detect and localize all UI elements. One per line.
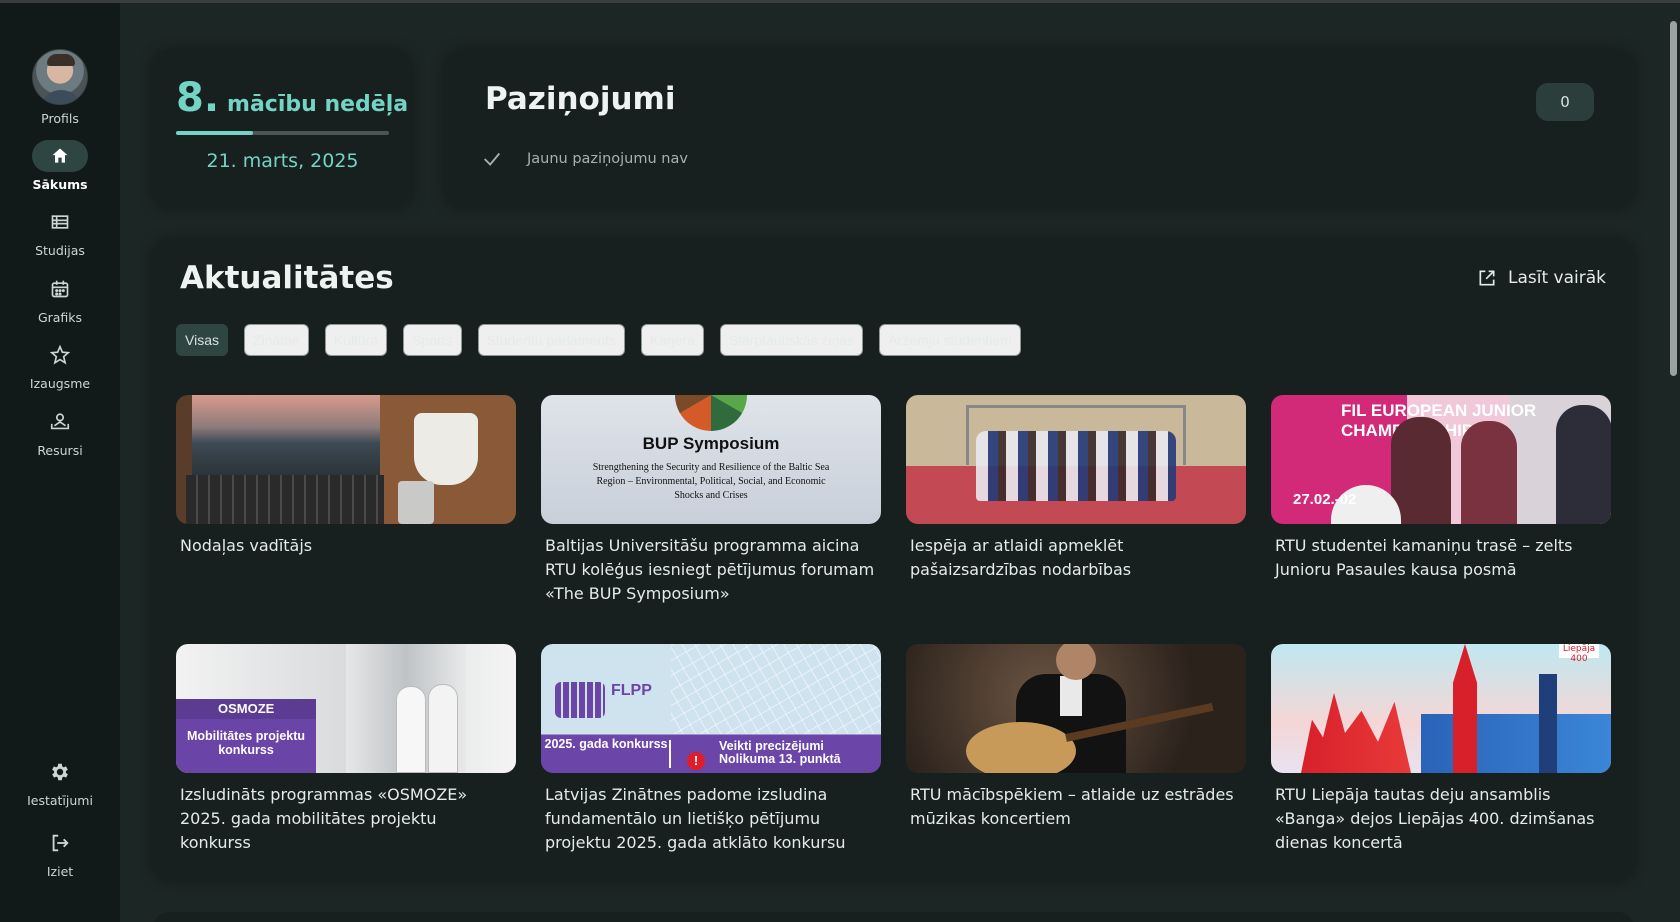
thumbnail-logo-text: FLPP — [611, 682, 652, 699]
read-more-label: Lasīt vairāk — [1508, 268, 1606, 288]
news-thumbnail[interactable] — [176, 395, 516, 524]
news-item[interactable]: Iespēja ar atlaidi apmeklēt pašaizsardzī… — [906, 395, 1246, 582]
sidebar-item-growth[interactable]: Izaugsme — [0, 339, 120, 391]
sidebar-item-label: Grafiks — [37, 310, 83, 325]
list-icon — [32, 206, 88, 238]
study-week-heading: 8. mācību nedēļa — [176, 75, 408, 121]
filter-chip-student-parliament[interactable]: Studentu parlaments — [477, 324, 625, 356]
resources-icon — [32, 406, 88, 438]
thumbnail-subheading: Strengthening the Security and Resilienc… — [592, 462, 830, 501]
filter-chip-foreign-students[interactable]: Ārzemju studentiem — [879, 324, 1021, 356]
next-section-card — [153, 912, 1634, 922]
news-filter-chips: Visas Zinātne Kultūra Sports Studentu pa… — [176, 324, 1021, 356]
sidebar-item-settings[interactable]: Iestatījumi — [0, 756, 120, 808]
sidebar-item-label: Studijas — [35, 243, 85, 258]
filter-chip-sports[interactable]: Sports — [403, 324, 462, 356]
study-week-number: 8. — [176, 75, 220, 121]
home-icon — [32, 140, 88, 172]
news-item-title[interactable]: RTU mācībspēkiem – atlaide uz estrādes m… — [906, 783, 1246, 831]
sidebar-item-label: Izaugsme — [29, 376, 91, 391]
thumbnail-right-caption: Veikti precizējumi Nolikuma 13. punktā — [719, 739, 841, 766]
news-item[interactable]: Nodaļas vadītājs — [176, 395, 516, 558]
news-thumbnail[interactable] — [906, 644, 1246, 773]
read-more-link[interactable]: Lasīt vairāk — [1476, 267, 1606, 289]
filter-chip-science[interactable]: Zinātne — [243, 324, 309, 356]
sidebar-item-logout[interactable]: Iziet — [0, 827, 120, 879]
news-item[interactable]: FLPP 2025. gada konkurss ! Veikti preciz… — [541, 644, 881, 855]
logout-icon — [32, 827, 88, 859]
scrollbar[interactable] — [1668, 3, 1680, 922]
filter-chip-culture[interactable]: Kultūra — [324, 324, 388, 356]
current-date: 21. marts, 2025 — [206, 150, 359, 172]
filter-chip-career[interactable]: Karjera — [640, 324, 704, 356]
star-icon — [32, 339, 88, 371]
sidebar-item-label: Profils — [41, 111, 79, 126]
thumbnail-date: 27.02.-02 — [1293, 491, 1357, 508]
news-item-title[interactable]: Baltijas Universitāšu programma aicina R… — [541, 534, 881, 606]
thumbnail-left-caption: 2025. gada konkurss — [544, 737, 668, 751]
sidebar-item-home[interactable]: Sākums — [0, 140, 120, 192]
thumbnail-heading: BUP Symposium — [642, 434, 780, 453]
thumbnail-badge: Liepāja 400 — [1559, 644, 1599, 664]
filter-chip-all[interactable]: Visas — [176, 324, 228, 356]
study-week-card: 8. mācību nedēļa 21. marts, 2025 — [153, 51, 412, 207]
sidebar-item-profile[interactable]: Profils — [0, 49, 120, 126]
news-item[interactable]: Mobilitātes projektu konkurss OSMOZE Izs… — [176, 644, 516, 855]
notifications-empty-text: Jaunu paziņojumu nav — [527, 151, 688, 167]
notifications-card: Paziņojumi 0 Jaunu paziņojumu nav — [445, 51, 1634, 207]
sidebar-item-label: Iestatījumi — [27, 793, 93, 808]
check-icon — [479, 146, 505, 172]
news-item[interactable]: BUP Symposium Strengthening the Security… — [541, 395, 881, 606]
window-top-edge — [0, 0, 1680, 3]
news-item[interactable]: RTU mācībspēkiem – atlaide uz estrādes m… — [906, 644, 1246, 831]
news-item[interactable]: Liepāja 400 RTU Liepāja tautas deju ansa… — [1271, 644, 1611, 855]
sidebar-item-schedule[interactable]: Grafiks — [0, 273, 120, 325]
news-title: Aktualitātes — [180, 260, 394, 296]
news-item-title[interactable]: RTU studentei kamaniņu trasē – zelts Jun… — [1271, 534, 1611, 582]
calendar-icon — [32, 273, 88, 305]
news-thumbnail[interactable]: Liepāja 400 — [1271, 644, 1611, 773]
scrollbar-thumb[interactable] — [1670, 21, 1677, 376]
sidebar: Profils Sākums Studijas Grafiks Izaugsme… — [0, 3, 120, 922]
avatar[interactable] — [32, 49, 88, 105]
sidebar-item-resources[interactable]: Resursi — [0, 406, 120, 458]
news-item-title[interactable]: Iespēja ar atlaidi apmeklēt pašaizsardzī… — [906, 534, 1246, 582]
study-week-progress-bar — [176, 131, 389, 135]
sidebar-item-label: Iziet — [46, 864, 74, 879]
sidebar-item-label: Sākums — [32, 177, 88, 192]
filter-chip-international[interactable]: Starptautiskās ziņas — [719, 324, 864, 356]
news-item-title[interactable]: Latvijas Zinātnes padome izsludina funda… — [541, 783, 881, 855]
study-week-progress-fill — [176, 131, 253, 135]
news-item-title[interactable]: RTU Liepāja tautas deju ansamblis «Banga… — [1271, 783, 1611, 855]
thumbnail-tag: OSMOZE — [176, 699, 316, 719]
news-thumbnail[interactable]: FLPP 2025. gada konkurss ! Veikti preciz… — [541, 644, 881, 773]
news-card: Aktualitātes Lasīt vairāk Visas Zinātne … — [153, 240, 1634, 880]
news-thumbnail[interactable]: Mobilitātes projektu konkurss OSMOZE — [176, 644, 516, 773]
news-thumbnail[interactable] — [906, 395, 1246, 524]
news-item-title[interactable]: Izsludināts programmas «OSMOZE» 2025. ga… — [176, 783, 516, 855]
sidebar-item-studies[interactable]: Studijas — [0, 206, 120, 258]
alert-icon: ! — [687, 752, 705, 770]
sidebar-item-label: Resursi — [37, 443, 83, 458]
news-thumbnail[interactable]: FIL EUROPEAN JUNIOR CHAMPIONSHIPS 27.02.… — [1271, 395, 1611, 524]
notifications-title: Paziņojumi — [485, 81, 676, 117]
gear-icon — [32, 756, 88, 788]
notifications-count-badge[interactable]: 0 — [1536, 83, 1594, 121]
news-thumbnail[interactable]: BUP Symposium Strengthening the Security… — [541, 395, 881, 524]
news-item[interactable]: FIL EUROPEAN JUNIOR CHAMPIONSHIPS 27.02.… — [1271, 395, 1611, 582]
external-link-icon — [1476, 267, 1498, 289]
study-week-label: mācību nedēļa — [227, 92, 409, 117]
notifications-empty-state: Jaunu paziņojumu nav — [479, 146, 688, 172]
news-item-title[interactable]: Nodaļas vadītājs — [176, 534, 516, 558]
